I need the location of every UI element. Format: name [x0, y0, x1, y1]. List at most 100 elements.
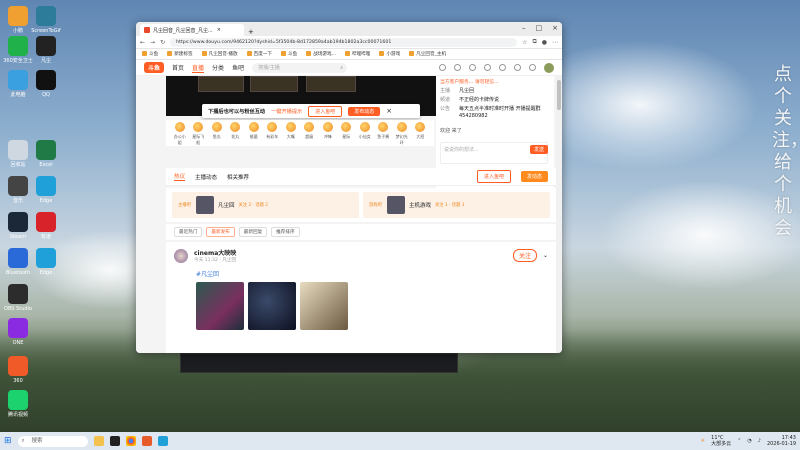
tab-hot[interactable]: 热议	[174, 172, 186, 181]
nav-category[interactable]: 分类	[212, 63, 224, 72]
gift-item[interactable]: 大招	[413, 122, 429, 144]
download-icon[interactable]	[469, 64, 476, 71]
task-icon[interactable]	[484, 64, 491, 71]
bookmark-item[interactable]: 斗鱼	[142, 51, 158, 57]
gift-item[interactable]: 星际	[339, 122, 355, 144]
gift-item[interactable]: 有彩车	[265, 122, 281, 144]
gift-item[interactable]: 小仙女	[357, 122, 373, 144]
gift-item[interactable]: 超级	[302, 122, 318, 144]
gift-item[interactable]: 能量	[246, 122, 262, 144]
card-streamer-bar[interactable]: 主播吧 凡尘回 关注 2 · 话题 2	[172, 192, 359, 218]
filter-button[interactable]: 最新发布	[206, 227, 235, 237]
desktop-icon[interactable]: QQ	[28, 70, 64, 98]
filter-button[interactable]: 最近热门	[174, 227, 203, 237]
edge-icon[interactable]	[157, 436, 168, 446]
desktop-icon[interactable]: Edge	[28, 176, 64, 204]
tab-close-icon[interactable]: ×	[217, 27, 221, 33]
desktop-icon[interactable]: 腾讯视频	[0, 390, 36, 418]
gift-item[interactable]: 星际飞船	[191, 122, 207, 145]
desktop-icon[interactable]: ONE	[0, 318, 36, 346]
enter-fishbar-button[interactable]: 进入鱼吧	[308, 105, 343, 117]
post-author-avatar[interactable]	[174, 248, 188, 263]
forward-icon[interactable]: →	[150, 39, 155, 46]
post-image-3[interactable]	[299, 282, 348, 330]
nav-live[interactable]: 直播	[192, 63, 205, 73]
bookmark-item[interactable]: 百度一下	[246, 51, 272, 57]
post-author[interactable]: cinema大映映	[194, 248, 236, 257]
user-avatar[interactable]	[544, 62, 554, 73]
bookmark-item[interactable]: 小游戏	[379, 51, 400, 57]
maximize-button[interactable]: □	[536, 24, 543, 32]
app-icon	[8, 248, 28, 268]
gift-item[interactable]: 冲锋	[320, 122, 336, 144]
desktop-icon[interactable]: ScreenToGif	[28, 6, 64, 34]
filter-button[interactable]: 推荐排序	[271, 227, 300, 237]
extensions-icon[interactable]: ⧉	[532, 38, 536, 46]
site-search-input[interactable]: 搜播/主播 ⌕	[252, 62, 348, 73]
post-topic[interactable]: #凡尘回	[196, 269, 548, 278]
upload-icon[interactable]	[514, 64, 521, 71]
nav-fishbar[interactable]: 鱼吧	[232, 63, 244, 72]
desktop-icon[interactable]: 有道	[28, 212, 64, 240]
app-icon[interactable]	[141, 436, 152, 446]
gift-item[interactable]: 鱼丸	[209, 122, 225, 144]
tab-related[interactable]: 相关推荐	[227, 173, 249, 181]
weather-icon[interactable]: ☀	[701, 438, 705, 444]
chrome-icon[interactable]	[125, 436, 136, 446]
bookmark-item[interactable]: 凡尘回音_主机	[409, 51, 446, 57]
follow-icon[interactable]	[454, 64, 461, 71]
post-button[interactable]: 发动态	[520, 171, 548, 182]
file-explorer-icon[interactable]	[93, 436, 104, 446]
vip-icon[interactable]	[529, 64, 536, 71]
taskbar-search-input[interactable]: ⌕ 搜索	[17, 435, 88, 447]
gift-item[interactable]: 大嘴	[283, 122, 299, 144]
chat-send-button[interactable]: 发送	[529, 145, 548, 154]
minimize-button[interactable]: –	[522, 24, 526, 32]
close-window-button[interactable]: ×	[552, 24, 558, 32]
filter-button[interactable]: 最新回复	[238, 227, 268, 237]
menu-icon[interactable]: ⋯	[552, 39, 558, 46]
bookmark-item[interactable]: 战场游戏...	[306, 51, 336, 57]
bookmark-item[interactable]: 凡尘回音·播放	[201, 51, 238, 57]
desktop-icon[interactable]: OBS Studio	[0, 284, 36, 312]
tab-streamer-posts[interactable]: 主播动态	[195, 173, 217, 181]
network-icon[interactable]: ◔	[747, 438, 751, 444]
message-icon[interactable]	[499, 64, 506, 71]
history-icon[interactable]	[439, 64, 446, 71]
gift-item[interactable]: 办公小姐	[172, 122, 188, 145]
desktop-icon[interactable]: 360	[0, 356, 36, 384]
more-icon[interactable]: ⌄	[543, 252, 548, 259]
bookmark-item[interactable]: 斗鱼	[281, 51, 297, 57]
gift-item[interactable]: 鱼子酱	[376, 122, 392, 144]
profile-icon[interactable]: ●	[542, 39, 547, 46]
nav-home[interactable]: 首页	[172, 63, 184, 72]
browser-tab-active[interactable]: 凡尘回音_凡尘回音_凡尘... ×	[140, 24, 244, 36]
bookmark-item[interactable]: 哔哩哔哩	[344, 51, 370, 57]
star-icon[interactable]: ☆	[522, 39, 527, 46]
desktop-icon[interactable]: 凡尘	[28, 36, 64, 64]
follow-button[interactable]: 关注	[512, 249, 537, 262]
page-scrollbar[interactable]	[556, 76, 562, 353]
refresh-icon[interactable]: ↻	[160, 39, 165, 46]
desktop-icon[interactable]: Excel	[28, 140, 64, 168]
new-tab-button[interactable]: +	[248, 28, 254, 36]
popup-link[interactable]: 一键开播提示	[271, 108, 302, 115]
post-image-2[interactable]	[247, 282, 296, 330]
tray-chevron-icon[interactable]: ⌃	[737, 438, 741, 444]
gift-item[interactable]: 梦幻光环	[394, 122, 410, 145]
post-image-1[interactable]	[196, 282, 244, 330]
terminal-icon[interactable]	[109, 436, 120, 446]
popup-close-icon[interactable]: ×	[386, 107, 392, 115]
url-input[interactable]: https://www.douyu.com/9462120?dyshid=5f3…	[170, 37, 518, 47]
bookmark-item[interactable]: 新建标签	[167, 51, 193, 57]
search-icon[interactable]: ⌕	[340, 63, 343, 73]
douyu-logo[interactable]: 斗鱼	[144, 62, 165, 73]
volume-icon[interactable]: ♪	[758, 438, 761, 444]
windows-start-icon[interactable]: ⊞	[4, 436, 12, 446]
card-game-bar[interactable]: 游戏吧 主机游戏 关注 1 · 话题 3	[363, 192, 550, 218]
enter-fishbar-button-2[interactable]: 进入鱼吧	[476, 170, 511, 183]
publish-post-button[interactable]: 发布动态	[348, 106, 381, 116]
desktop-icon[interactable]: Edge	[28, 248, 64, 276]
back-icon[interactable]: ←	[140, 39, 145, 46]
gift-item[interactable]: 花丸	[228, 122, 244, 144]
